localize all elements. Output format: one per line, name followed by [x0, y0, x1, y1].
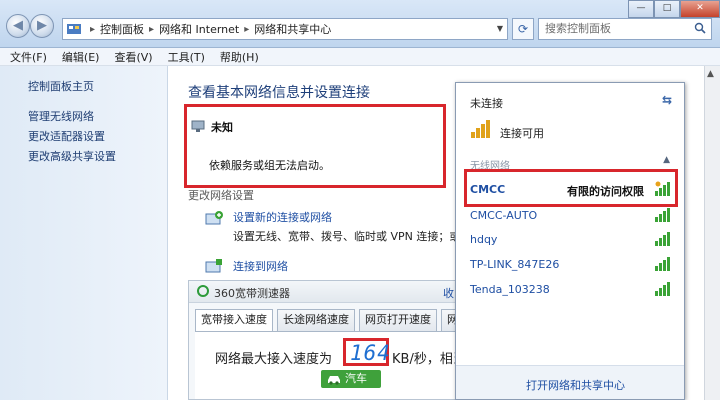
wifi-name: CMCC — [470, 183, 506, 196]
setup-connection-link[interactable]: 设置新的连接或网络 — [233, 209, 332, 225]
wifi-signal-icon — [655, 257, 670, 271]
window-titlebar: ◀ ▶ ▸ 控制面板 ▸ 网络和 Internet ▸ 网络和共享中心 ▼ ⟳ … — [0, 0, 720, 48]
wifi-item-hdqy[interactable]: hdqy — [470, 231, 672, 249]
menu-help[interactable]: 帮助(H) — [220, 49, 259, 65]
speed-tester-window: 360宽带测速器 收 宽带接入速度 长途网络速度 网页打开速度 网速排 网络最大… — [188, 280, 458, 400]
wifi-name: TP-LINK_847E26 — [470, 258, 560, 271]
wifi-name: hdqy — [470, 233, 498, 246]
close-button[interactable]: ✕ — [680, 0, 720, 18]
speed-unit: KB/秒，相当 — [392, 352, 457, 367]
breadcrumb-sharing-center[interactable]: 网络和共享中心 — [254, 21, 331, 37]
maximize-button[interactable]: □ — [654, 0, 680, 18]
search-placeholder: 搜索控制面板 — [545, 22, 611, 35]
tab-long-distance[interactable]: 长途网络速度 — [277, 309, 355, 331]
connection-available: 连接可用 — [500, 127, 544, 140]
search-icon[interactable] — [694, 22, 706, 34]
network-status-box: 未知 依赖服务或组无法启动。 — [184, 104, 446, 188]
open-sharing-center-link[interactable]: 打开网络和共享中心 — [526, 377, 625, 393]
speed-tester-extra[interactable]: 收 — [443, 285, 454, 301]
speed-value-highlight: 164 — [343, 338, 391, 366]
360-logo-icon — [197, 285, 209, 297]
network-name: 未知 — [211, 121, 233, 134]
speed-tester-title: 360宽带测速器 — [214, 287, 290, 300]
search-input[interactable]: 搜索控制面板 — [538, 18, 712, 40]
wifi-item-tenda[interactable]: Tenda_103238 — [470, 281, 672, 299]
wifi-flyout: 未连接 ⇆ 连接可用 无线网络 ▲ CMCC 有限的访问权限 CMCC-AUTO… — [455, 82, 685, 400]
wifi-access-status: 有限的访问权限 — [567, 185, 644, 198]
sidebar-item-manage-wireless[interactable]: 管理无线网络 — [28, 108, 94, 124]
refresh-button[interactable]: ⟳ — [512, 18, 534, 40]
speed-label: 网络最大接入速度为 — [215, 352, 333, 367]
section-label: 更改网络设置 — [188, 189, 254, 202]
address-bar[interactable]: ▸ 控制面板 ▸ 网络和 Internet ▸ 网络和共享中心 ▼ — [62, 18, 508, 40]
connection-status: 未连接 — [470, 97, 503, 110]
minimize-button[interactable]: — — [628, 0, 654, 18]
connect-network-icon — [205, 259, 222, 273]
network-unknown-icon — [191, 120, 205, 132]
wifi-item-cmcc[interactable]: CMCC 有限的访问权限 — [470, 181, 672, 199]
menu-tools[interactable]: 工具(T) — [168, 49, 205, 65]
speed-level-label: 汽车 — [345, 372, 367, 385]
tab-access-speed[interactable]: 宽带接入速度 — [195, 309, 273, 331]
setup-connection-desc: 设置无线、宽带、拨号、临时或 VPN 连接；或设置 — [233, 230, 483, 243]
speed-panel: 网络最大接入速度为 164 KB/秒，相当 汽车 — [195, 331, 457, 399]
signal-bars-icon — [471, 120, 490, 138]
car-icon — [328, 376, 340, 385]
scroll-up-icon[interactable]: ▲ — [707, 69, 714, 79]
wifi-name: CMCC-AUTO — [470, 209, 538, 222]
wifi-signal-icon — [655, 232, 670, 246]
tab-page-open[interactable]: 网页打开速度 — [359, 309, 437, 331]
back-button[interactable]: ◀ — [6, 14, 30, 38]
wifi-name: Tenda_103238 — [470, 283, 550, 296]
sidebar-item-adapter-settings[interactable]: 更改适配器设置 — [28, 128, 105, 144]
sidebar-item-home[interactable]: 控制面板主页 — [28, 78, 94, 94]
chevron-down-icon[interactable]: ▼ — [497, 24, 503, 33]
speed-level-badge: 汽车 — [321, 370, 381, 388]
breadcrumb-network-internet[interactable]: 网络和 Internet — [159, 21, 239, 37]
speed-value: 164 — [350, 341, 391, 365]
breadcrumb-chevron-icon: ▸ — [149, 23, 155, 35]
breadcrumb-chevron-icon: ▸ — [244, 23, 250, 35]
menu-file[interactable]: 文件(F) — [10, 49, 47, 65]
refresh-icon[interactable]: ⇆ — [662, 93, 672, 107]
vertical-scrollbar[interactable]: ▲ — [704, 66, 720, 400]
breadcrumb-control-panel[interactable]: 控制面板 — [100, 21, 144, 37]
control-panel-icon — [67, 24, 81, 34]
sidebar-item-advanced-sharing[interactable]: 更改高级共享设置 — [28, 148, 116, 164]
window-controls: — □ ✕ — [628, 0, 720, 18]
sidebar: 控制面板主页 管理无线网络 更改适配器设置 更改高级共享设置 — [0, 66, 168, 400]
breadcrumb-chevron-icon: ▸ — [90, 23, 96, 35]
speed-tester-header: 360宽带测速器 收 — [189, 281, 457, 303]
page-title: 查看基本网络信息并设置连接 — [188, 85, 370, 101]
menu-bar: 文件(F) 编辑(E) 查看(V) 工具(T) 帮助(H) — [0, 48, 720, 66]
wifi-signal-icon — [655, 282, 670, 296]
chevron-up-icon[interactable]: ▲ — [663, 155, 670, 165]
flyout-footer: 打开网络和共享中心 — [456, 365, 684, 399]
wifi-signal-secured-icon — [655, 181, 670, 196]
wifi-item-tp-link[interactable]: TP-LINK_847E26 — [470, 256, 672, 274]
menu-view[interactable]: 查看(V) — [114, 49, 152, 65]
forward-button[interactable]: ▶ — [30, 14, 54, 38]
speed-tabs: 宽带接入速度 长途网络速度 网页打开速度 网速排 — [195, 309, 457, 331]
connect-network-link[interactable]: 连接到网络 — [233, 258, 288, 274]
wifi-signal-icon — [655, 208, 670, 222]
new-connection-icon — [205, 211, 223, 225]
wifi-item-cmcc-auto[interactable]: CMCC-AUTO — [470, 207, 672, 225]
network-description: 依赖服务或组无法启动。 — [209, 159, 330, 172]
menu-edit[interactable]: 编辑(E) — [62, 49, 100, 65]
